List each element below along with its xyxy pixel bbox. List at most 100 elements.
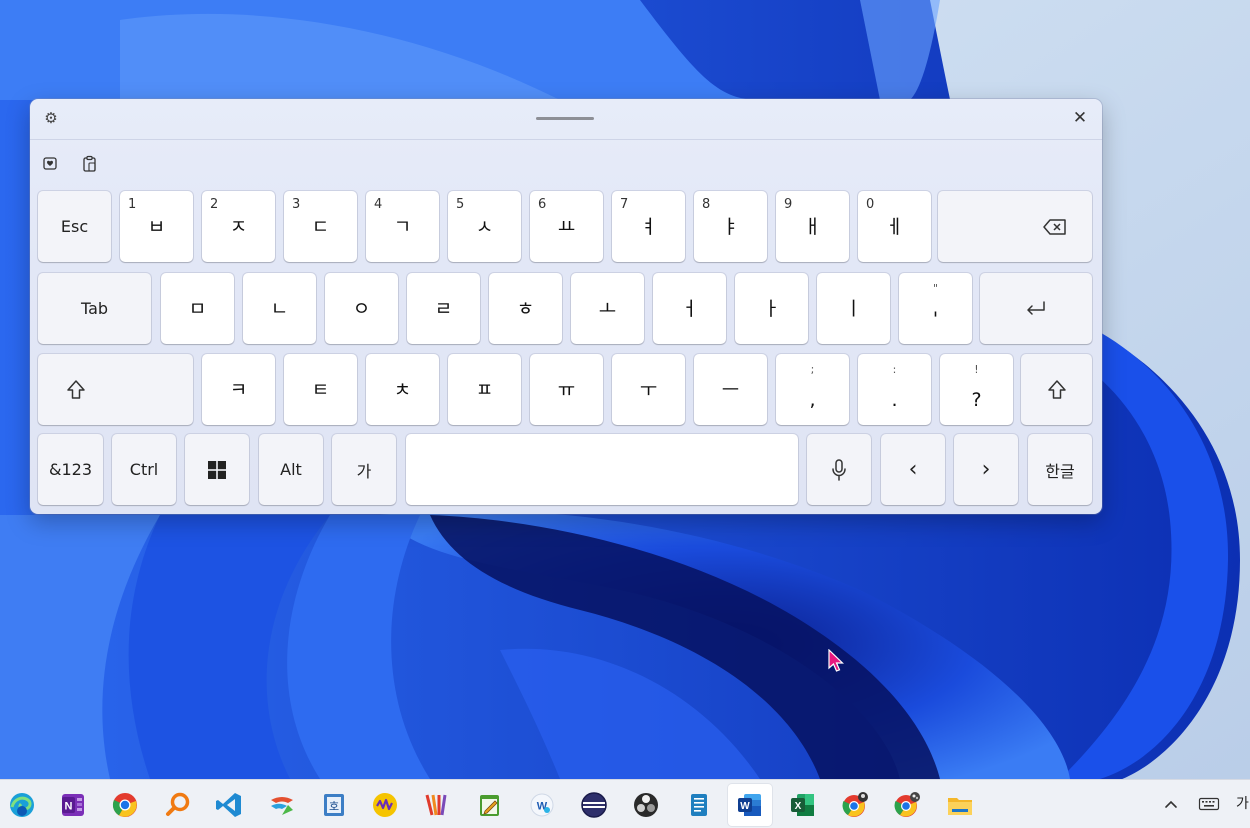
alt-key[interactable]: Alt xyxy=(259,434,323,505)
key-a[interactable]: ㅏ xyxy=(735,273,808,344)
edge-icon[interactable] xyxy=(8,791,36,819)
key-2[interactable]: 2 ㅈ xyxy=(202,191,275,262)
key-5[interactable]: 5 ㅅ xyxy=(448,191,521,262)
chrome-profile-icon[interactable] xyxy=(841,791,869,819)
gear-icon[interactable]: ⚙ xyxy=(42,109,60,127)
key-number: 2 xyxy=(210,197,219,212)
space-bar[interactable] xyxy=(406,434,798,505)
windows-key[interactable] xyxy=(185,434,249,505)
show-hidden-icons-chevron-icon[interactable] xyxy=(1163,794,1179,814)
key-4[interactable]: 4 ㄱ xyxy=(366,191,439,262)
language-switch-key[interactable]: 한글 xyxy=(1028,434,1092,505)
key-eu[interactable]: ㅡ xyxy=(694,354,767,425)
key-char: ㄷ xyxy=(311,216,330,238)
input-indicator[interactable]: 가 xyxy=(1236,794,1250,814)
key-char: ㅔ xyxy=(885,216,904,238)
key-char: ㅎ xyxy=(516,298,535,320)
key-1[interactable]: 1 ㅂ xyxy=(120,191,193,262)
file-explorer-icon[interactable] xyxy=(946,791,974,819)
key-period[interactable]: : . xyxy=(858,354,931,425)
key-char: ㅕ xyxy=(639,216,658,238)
vscode-icon[interactable] xyxy=(215,791,243,819)
key-tieut[interactable]: ㅌ xyxy=(284,354,357,425)
right-shift-key[interactable] xyxy=(1021,354,1092,425)
app-word-circle-icon[interactable]: W xyxy=(528,791,556,819)
search-magnifier-icon[interactable] xyxy=(164,791,192,819)
key-9[interactable]: 9 ㅐ xyxy=(776,191,849,262)
clipboard-icon[interactable] xyxy=(79,153,101,175)
key-number: 4 xyxy=(374,197,383,212)
touch-keyboard-tray-icon[interactable] xyxy=(1198,794,1220,814)
key-char: ㅑ xyxy=(721,216,740,238)
key-char: ㅏ xyxy=(762,298,781,320)
app-wave-icon[interactable] xyxy=(371,791,399,819)
backspace-key[interactable] xyxy=(938,191,1092,262)
right-arrow-key[interactable]: › xyxy=(954,434,1018,505)
app-stripes-icon[interactable] xyxy=(423,791,451,819)
key-char: ㅅ xyxy=(475,216,494,238)
key-6[interactable]: 6 ㅛ xyxy=(530,191,603,262)
tab-key[interactable]: Tab xyxy=(38,273,151,344)
key-char: ㅣ xyxy=(844,298,863,320)
svg-text:N: N xyxy=(65,801,73,813)
onenote-icon[interactable]: N xyxy=(59,791,87,819)
close-icon[interactable]: ✕ xyxy=(1068,107,1092,129)
key-pieup[interactable]: ㅍ xyxy=(448,354,521,425)
notes-icon[interactable] xyxy=(685,791,713,819)
left-shift-key[interactable] xyxy=(38,354,193,425)
excel-icon[interactable]: X xyxy=(789,791,817,819)
drag-handle[interactable] xyxy=(536,117,594,120)
tab-key-label: Tab xyxy=(80,299,109,318)
backspace-icon xyxy=(938,191,1092,262)
key-u[interactable]: ㅜ xyxy=(612,354,685,425)
right-arrow-icon: › xyxy=(981,457,991,482)
language-key-label: 한글 xyxy=(1045,461,1075,481)
key-hieut[interactable]: ㅎ xyxy=(489,273,562,344)
key-char: ㄹ xyxy=(434,298,453,320)
esc-key[interactable]: Esc xyxy=(38,191,111,262)
emoji-sticker-icon[interactable] xyxy=(40,153,62,175)
shift-icon xyxy=(1021,354,1092,425)
app-disc-icon[interactable] xyxy=(580,791,608,819)
key-number: 9 xyxy=(784,197,793,212)
key-yu[interactable]: ㅠ xyxy=(530,354,603,425)
key-i[interactable]: ㅣ xyxy=(817,273,890,344)
key-n[interactable]: ㄴ xyxy=(243,273,316,344)
key-eo[interactable]: ㅓ xyxy=(653,273,726,344)
hanja-key[interactable]: 가 xyxy=(332,434,396,505)
key-char: ㅁ xyxy=(188,298,207,320)
key-char: ㄴ xyxy=(270,298,289,320)
symbols-key-label: &123 xyxy=(48,460,92,479)
notepad-korean-icon[interactable]: 호 xyxy=(320,791,348,819)
key-rieul[interactable]: ㄹ xyxy=(407,273,480,344)
key-char: ㅇ xyxy=(352,298,371,320)
key-question[interactable]: ! ? xyxy=(940,354,1013,425)
key-3[interactable]: 3 ㄷ xyxy=(284,191,357,262)
microphone-key[interactable] xyxy=(807,434,871,505)
key-m[interactable]: ㅁ xyxy=(161,273,234,344)
left-arrow-key[interactable]: ‹ xyxy=(881,434,945,505)
key-quote[interactable]: " ' xyxy=(899,273,972,344)
key-comma[interactable]: ; , xyxy=(776,354,849,425)
chrome-profile-icon[interactable] xyxy=(893,791,921,819)
enter-key[interactable] xyxy=(980,273,1092,344)
key-char: ㅗ xyxy=(598,298,617,320)
symbols-key[interactable]: &123 xyxy=(38,434,103,505)
word-icon[interactable]: W xyxy=(736,791,764,819)
key-o[interactable]: ㅗ xyxy=(571,273,644,344)
key-kieuk[interactable]: ㅋ xyxy=(202,354,275,425)
key-8[interactable]: 8 ㅑ xyxy=(694,191,767,262)
chrome-icon[interactable] xyxy=(111,791,139,819)
key-7[interactable]: 7 ㅕ xyxy=(612,191,685,262)
obs-icon[interactable] xyxy=(632,791,660,819)
app-swirl-icon[interactable] xyxy=(268,791,296,819)
ctrl-key[interactable]: Ctrl xyxy=(112,434,176,505)
key-ieung[interactable]: ㅇ xyxy=(325,273,398,344)
hanja-key-label: 가 xyxy=(356,461,372,481)
key-chieut[interactable]: ㅊ xyxy=(366,354,439,425)
notepad-edit-icon[interactable] xyxy=(476,791,504,819)
key-number: 7 xyxy=(620,197,629,212)
key-0[interactable]: 0 ㅔ xyxy=(858,191,931,262)
key-char: ? xyxy=(971,389,982,411)
microphone-icon xyxy=(807,434,871,505)
